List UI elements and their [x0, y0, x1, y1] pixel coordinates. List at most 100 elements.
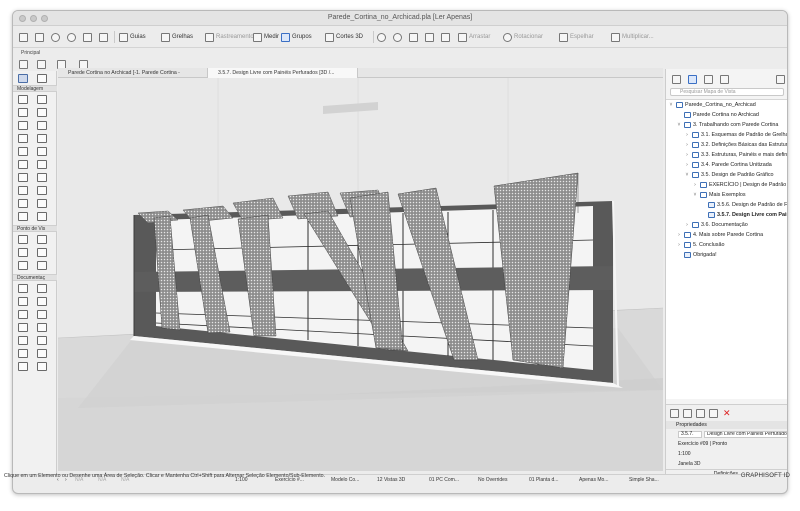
label-tool[interactable]: [37, 297, 47, 306]
view-scale[interactable]: 1:100: [678, 451, 691, 457]
new-view-button[interactable]: [709, 407, 718, 419]
delete-button[interactable]: ✕: [723, 407, 731, 419]
lamp-tool[interactable]: [37, 134, 47, 143]
section-ponto-de-vista[interactable]: Ponto de Vis: [13, 225, 57, 232]
tree-item[interactable]: ˅ 3.5. Design de Padrão Gráfico: [684, 170, 787, 180]
tree-item[interactable]: ˅ 3. Trabalhando com Parede Cortina: [676, 120, 787, 130]
arrastar-button[interactable]: Arrastar: [458, 31, 490, 43]
wall-tool[interactable]: [18, 95, 28, 104]
save-button[interactable]: [35, 31, 44, 43]
project-map-button[interactable]: [672, 73, 681, 85]
view-name-field[interactable]: Design Livre com Painéis Perfurado: [704, 431, 787, 438]
hotspot-tool[interactable]: [37, 349, 47, 358]
tree-item[interactable]: › 3.1. Esquemas de Padrão de Grelha: [684, 130, 787, 140]
plan-field[interactable]: 01 Planta d...: [529, 476, 558, 484]
detail-tool[interactable]: [18, 261, 28, 270]
radial-dimension-tool[interactable]: [37, 310, 47, 319]
section-modelagem[interactable]: Modelagem: [13, 85, 57, 92]
door-tool[interactable]: [37, 95, 47, 104]
chevron-down-icon[interactable]: ˅: [668, 100, 674, 110]
tree-item[interactable]: ˅ Mais Exemplos: [692, 190, 787, 200]
roof-tool[interactable]: [18, 160, 28, 169]
level-dimension-tool[interactable]: [37, 284, 47, 293]
graphisoft-id-button[interactable]: GRAPHISOFT ID: [741, 473, 790, 479]
redo-button[interactable]: [67, 31, 76, 43]
views-field[interactable]: 12 Vistas 3D: [377, 476, 405, 484]
view-id-field[interactable]: 3.5.7.: [678, 431, 702, 438]
panel-menu-button[interactable]: [776, 73, 785, 85]
pick-up-button[interactable]: [83, 31, 92, 43]
espelhar-button[interactable]: Espelhar: [559, 31, 594, 43]
column-alt-tool[interactable]: [37, 212, 47, 221]
beam-alt-tool[interactable]: [18, 212, 28, 221]
new-folder-button[interactable]: [670, 407, 679, 419]
chevron-right-icon[interactable]: ›: [684, 150, 690, 160]
chevron-right-icon[interactable]: ›: [684, 130, 690, 140]
tree-item[interactable]: › 3.4. Parede Cortina Unitizada: [684, 160, 787, 170]
undo-button[interactable]: [51, 31, 60, 43]
object-tool[interactable]: [37, 147, 47, 156]
fill-tool[interactable]: [18, 310, 28, 319]
home-button[interactable]: [19, 31, 28, 43]
zoom-out-button[interactable]: [393, 31, 402, 43]
medir-button[interactable]: Medir: [253, 31, 279, 43]
opening-tool[interactable]: [37, 199, 47, 208]
tree-item[interactable]: › 5. Conclusão: [676, 240, 787, 250]
grid-element-tool[interactable]: [37, 362, 47, 371]
multiplicar-button[interactable]: Multiplicar...: [611, 31, 654, 43]
inject-button[interactable]: [99, 31, 108, 43]
layout-book-button[interactable]: [704, 73, 713, 85]
3d-viewport[interactable]: [58, 78, 663, 471]
arrow-tool[interactable]: [18, 74, 28, 83]
tree-item[interactable]: ˅ Parede_Cortina_no_Archicad: [668, 100, 787, 110]
chevron-down-icon[interactable]: ˅: [684, 170, 690, 180]
grupos-button[interactable]: Grupos: [281, 31, 312, 43]
view-map-button[interactable]: [688, 73, 697, 85]
zone-tool[interactable]: [18, 186, 28, 195]
magic-wand-button[interactable]: [441, 31, 450, 43]
chevron-right-icon[interactable]: ›: [676, 240, 682, 250]
marquee-tool[interactable]: [37, 74, 47, 83]
guias-button[interactable]: Guias: [119, 31, 146, 43]
pan-button[interactable]: [409, 31, 418, 43]
rastreamento-button[interactable]: Rastreamento: [205, 31, 254, 43]
rotacionar-button[interactable]: Rotacionar: [503, 31, 543, 43]
pen-set-field[interactable]: 01 PC Com...: [429, 476, 459, 484]
properties-header[interactable]: Propriedades: [666, 421, 787, 429]
circle-tool[interactable]: [37, 323, 47, 332]
shading-field[interactable]: Simple Sha...: [629, 476, 659, 484]
chevron-down-icon[interactable]: ˅: [676, 120, 682, 130]
chevron-right-icon[interactable]: ›: [684, 140, 690, 150]
chevron-right-icon[interactable]: ›: [692, 180, 698, 190]
skylight-tool[interactable]: [37, 121, 47, 130]
tree-item[interactable]: › 4. Mais sobre Parede Cortina: [676, 230, 787, 240]
model-field[interactable]: Modelo Co...: [331, 476, 359, 484]
text-tool[interactable]: [18, 297, 28, 306]
navigator-search-input[interactable]: Pesquisar Mapa de Vista: [670, 88, 784, 96]
mode-field[interactable]: Apenas Mo...: [579, 476, 608, 484]
tree-item[interactable]: › 3.3. Estruturas, Painéis e mais definiç…: [684, 150, 787, 160]
tree-item-selected[interactable]: 3.5.7. Design Livre com Painéis: [700, 210, 787, 220]
window-tool[interactable]: [37, 108, 47, 117]
publisher-button[interactable]: [720, 73, 729, 85]
stair-tool[interactable]: [18, 147, 28, 156]
polyline-tool[interactable]: [18, 336, 28, 345]
tab-floor-plan[interactable]: Parede Cortina no Archicad [-1. Parede C…: [58, 68, 208, 78]
worksheet-tool[interactable]: [37, 248, 47, 257]
line-tool[interactable]: [18, 323, 28, 332]
tree-item[interactable]: › 3.2. Definições Básicas das Estruturas: [684, 140, 787, 150]
tree-item[interactable]: › 3.6. Documentação: [684, 220, 787, 230]
figure-tool[interactable]: [18, 362, 28, 371]
save-view-button[interactable]: [683, 407, 692, 419]
column-tool[interactable]: [18, 108, 28, 117]
tree-item[interactable]: Parede Cortina no Archicad: [676, 110, 787, 120]
section-tool[interactable]: [18, 235, 28, 244]
marquee-button[interactable]: [37, 58, 46, 70]
drawing-tool[interactable]: [18, 349, 28, 358]
spline-tool[interactable]: [37, 336, 47, 345]
tree-item[interactable]: 3.5.6. Design de Padrão de Folha: [700, 200, 787, 210]
slab-tool[interactable]: [18, 134, 28, 143]
fit-button[interactable]: [425, 31, 434, 43]
cortes3d-button[interactable]: Cortes 3D: [325, 31, 363, 43]
dimension-tool[interactable]: [18, 284, 28, 293]
